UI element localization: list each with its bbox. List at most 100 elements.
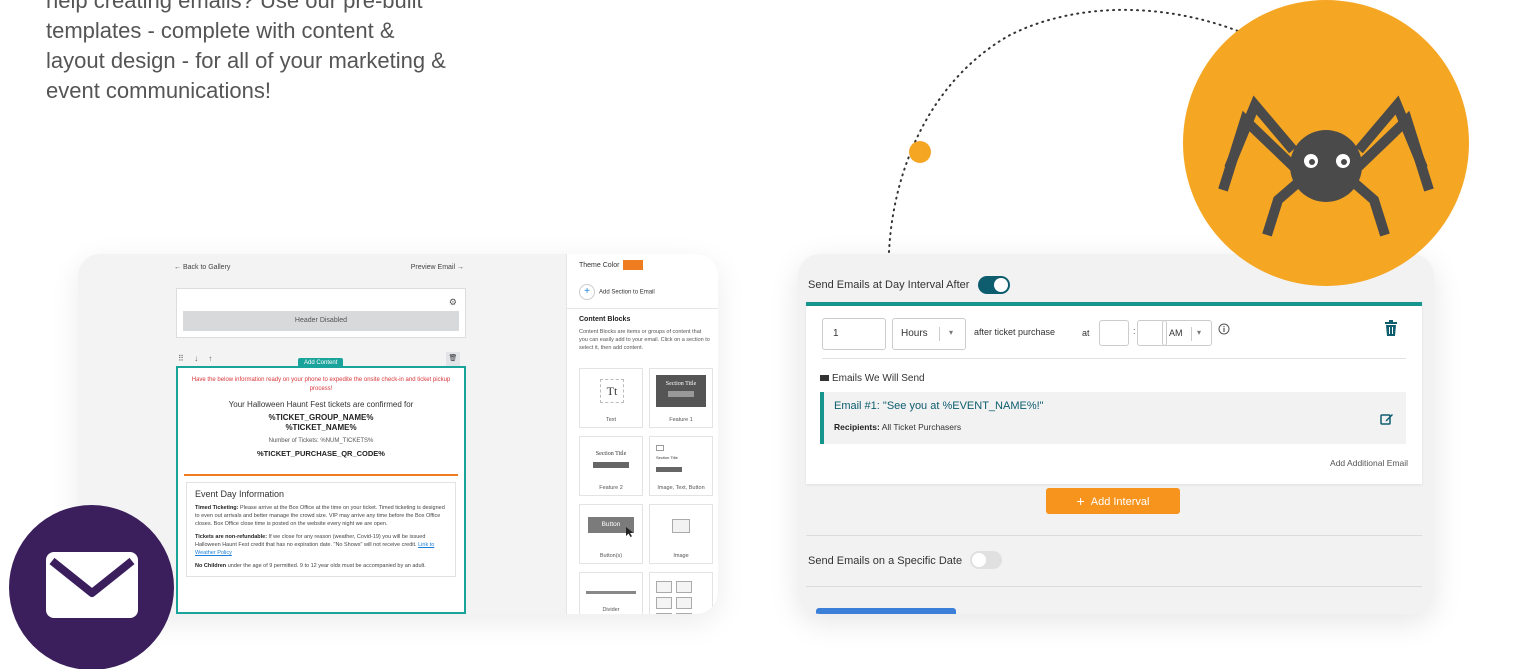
email-list-item[interactable]: Email #1: "See you at %EVENT_NAME%!" Rec… — [820, 392, 1406, 444]
block-image-grid[interactable] — [649, 572, 713, 614]
hour-input[interactable] — [1099, 320, 1129, 346]
divider — [567, 308, 718, 309]
select-divider — [1191, 327, 1192, 341]
save-button-partial[interactable] — [816, 608, 956, 614]
select-value: AM — [1169, 328, 1183, 338]
plus-icon: + — [1076, 493, 1085, 509]
timed-label: Timed Ticketing: — [195, 505, 239, 511]
children-label: No Children — [195, 563, 227, 569]
info-icon[interactable] — [1218, 323, 1230, 335]
timed-ticketing-paragraph: Timed Ticketing: Please arrive at the Bo… — [195, 504, 447, 528]
email-header-section[interactable]: ⚙ Header Disabled — [176, 288, 466, 338]
block-label: Text — [605, 417, 617, 423]
spider-icon — [1218, 95, 1434, 237]
block-label: Button(s) — [599, 553, 623, 559]
select-value: Hours — [901, 328, 928, 339]
chevron-down-icon: ▾ — [949, 328, 954, 337]
email-content-section[interactable]: Have the below information ready on your… — [176, 366, 466, 614]
email-editor-screenshot: ← Back to Gallery Preview Email → ⚙ Head… — [78, 254, 718, 614]
divider-preview — [586, 591, 636, 594]
onsite-notice: Have the below information ready on your… — [191, 377, 451, 392]
children-text: under the age of 9 permitted. 9 to 12 ye… — [227, 563, 426, 569]
interval-panel: 1 Hours ▾ after ticket purchase at : AM … — [806, 302, 1422, 484]
block-label: Image — [673, 553, 689, 559]
interval-unit-select[interactable]: Hours ▾ — [892, 318, 966, 350]
ampm-select[interactable]: AM ▾ — [1162, 320, 1212, 346]
theme-color-label: Theme Color — [579, 261, 620, 269]
confirmed-text: Your Halloween Haunt Fest tickets are co… — [228, 400, 414, 409]
emails-we-send-heading: Emails We Will Send — [820, 373, 925, 384]
specific-date-label: Send Emails on a Specific Date — [808, 555, 963, 567]
content-blocks-title: Content Blocks — [579, 316, 631, 323]
theme-color-swatch[interactable] — [623, 260, 644, 270]
header-disabled-bar: Header Disabled — [183, 311, 459, 331]
preview-title: Section Title — [595, 451, 627, 457]
divider — [806, 586, 1422, 587]
image-icon — [656, 445, 664, 451]
divider — [184, 474, 458, 476]
after-purchase-label: after ticket purchase — [974, 327, 1056, 337]
block-buttons[interactable]: Button Button(s) — [579, 504, 643, 564]
day-interval-label: Send Emails at Day Interval After — [808, 279, 970, 291]
at-label: at — [1082, 328, 1090, 338]
envelope-icon — [46, 552, 138, 618]
trash-icon[interactable] — [1384, 320, 1398, 336]
specific-date-toggle[interactable] — [970, 551, 1002, 569]
marketing-section: help creating emails? Use our pre-built … — [0, 0, 1535, 669]
orange-dot — [909, 141, 931, 163]
recipients-label: Recipients: — [834, 422, 880, 432]
block-feature-2[interactable]: Section Title Feature 2 — [579, 436, 643, 496]
add-section-button[interactable]: + Add Section to Email — [579, 284, 655, 300]
cursor-icon — [626, 527, 634, 537]
mail-badge — [9, 505, 174, 669]
text-block-icon: Tt — [600, 379, 624, 403]
block-label: Feature 2 — [599, 485, 623, 491]
back-to-gallery-link[interactable]: ← Back to Gallery — [174, 264, 230, 271]
add-interval-button[interactable]: + Add Interval — [1046, 488, 1180, 514]
preview-email-link[interactable]: Preview Email → — [411, 264, 464, 271]
block-label: Image, Text, Button — [657, 485, 705, 491]
chevron-down-icon: ▾ — [1197, 328, 1202, 337]
email-recipients: Recipients: All Ticket Purchasers — [834, 422, 961, 432]
block-label: Divider — [602, 607, 620, 613]
image-grid-preview — [654, 579, 712, 614]
ticket-group-token: %TICKET_GROUP_NAME% — [268, 413, 374, 422]
nonref-label: Tickets are non-refundable: — [195, 534, 268, 540]
num-tickets-text: Number of Tickets: %NUM_TICKETS% — [268, 438, 374, 444]
email-title: Email #1: "See you at %EVENT_NAME%!" — [834, 400, 1044, 412]
theme-color-control[interactable]: Theme Color — [579, 260, 644, 270]
spider-badge — [1183, 0, 1469, 286]
email-editor-canvas: ← Back to Gallery Preview Email → ⚙ Head… — [174, 254, 484, 614]
divider — [806, 535, 1422, 536]
block-image-text-button[interactable]: Section Title Image, Text, Button — [649, 436, 713, 496]
section-tools[interactable]: ⠿ ↓ ↑ — [178, 354, 216, 363]
add-interval-label: Add Interval — [1090, 496, 1150, 508]
plus-icon: + — [579, 284, 595, 300]
ticket-name-token: %TICKET_NAME% — [285, 423, 357, 432]
add-additional-email-link[interactable]: Add Additional Email — [1330, 458, 1408, 468]
block-image[interactable]: Image — [649, 504, 713, 564]
interval-amount-input[interactable]: 1 — [822, 318, 886, 350]
block-divider[interactable]: Divider — [579, 572, 643, 614]
trash-icon[interactable]: 🗑 — [446, 352, 460, 366]
event-day-info-block[interactable]: Event Day Information Timed Ticketing: P… — [186, 482, 456, 577]
feature-1-preview: Section Title — [656, 375, 706, 407]
image-icon — [672, 519, 690, 533]
divider — [822, 358, 1406, 359]
nonrefundable-paragraph: Tickets are non-refundable: If we close … — [195, 533, 447, 557]
preview-button — [593, 462, 629, 468]
feature-2-preview: Section Title — [586, 451, 636, 468]
gear-icon[interactable]: ⚙ — [449, 297, 457, 308]
emails-we-send-label: Emails We Will Send — [832, 373, 925, 384]
block-text[interactable]: Tt Text — [579, 368, 643, 428]
block-feature-1[interactable]: Section Title Feature 1 — [649, 368, 713, 428]
time-colon: : — [1133, 326, 1136, 336]
children-paragraph: No Children under the age of 9 permitted… — [195, 562, 447, 570]
preview-button — [668, 391, 694, 397]
select-divider — [939, 327, 940, 341]
content-sidebar: Theme Color + Add Section to Email Conten… — [566, 254, 718, 614]
event-info-title: Event Day Information — [195, 489, 285, 499]
edit-icon[interactable] — [1380, 412, 1394, 426]
qr-code-token: %TICKET_PURCHASE_QR_CODE% — [257, 449, 385, 458]
day-interval-toggle[interactable] — [978, 276, 1010, 294]
